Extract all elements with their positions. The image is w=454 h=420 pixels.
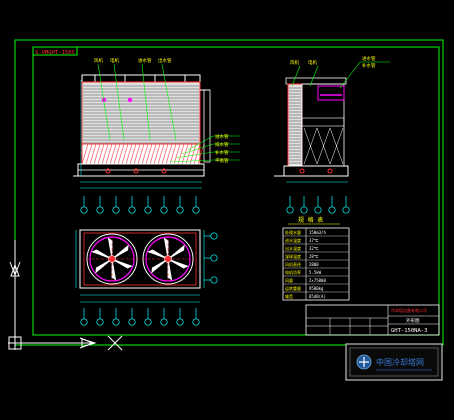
spec-row-label: 运转重量 — [285, 285, 301, 291]
label-inlet: 进水管 — [138, 57, 152, 64]
spec-row-value: 9500kg — [309, 286, 324, 291]
side-label-makeup: 补水管 — [362, 62, 376, 69]
title-block: 冷却塔设备有限公司 外形图 GHT-150NA-3 — [305, 304, 440, 336]
spec-row-label: 湿球温度 — [285, 253, 301, 259]
plan-grid-bubbles — [80, 232, 218, 326]
spec-row-value: 150m3/h — [309, 230, 326, 235]
side-grid-bubbles — [286, 196, 350, 214]
side-elevation — [274, 61, 390, 183]
logo-watermark: 中国冷却塔网 — [345, 343, 443, 381]
label-drain: 排水管 — [215, 141, 229, 148]
drawing-name: 外形图 — [406, 317, 420, 324]
label-makeup: 补水管 — [215, 149, 229, 156]
spec-row-label: 噪音 — [285, 293, 293, 299]
drawing-number: GHT-150NA-3 — [391, 328, 427, 334]
label-outlet: 出水管 — [158, 57, 172, 64]
label-motor: 电机 — [110, 57, 119, 64]
front-grid-bubbles — [80, 196, 200, 214]
spec-row-label: 电机功率 — [285, 269, 301, 275]
spec-table: 规 格 表 处理水量 150m3/h 进水温度 37℃ 出水温度 32℃ 湿球温度 28℃ 风机… — [282, 216, 350, 301]
spec-row-value: 28℃ — [309, 254, 319, 259]
front-elevation — [73, 63, 240, 189]
cad-drawing: S-VMGHT-150S 风机 电机 进水管 出水管 溢水管 排水管 补水管 平… — [8, 39, 444, 381]
logo-text: 中国冷却塔网 — [376, 357, 424, 367]
spec-row-value: 37℃ — [309, 238, 319, 243]
spec-table-title: 规 格 表 — [298, 216, 323, 224]
company-name: 冷却塔设备有限公司 — [391, 307, 427, 313]
spec-row-value: 5.5kW — [309, 270, 322, 275]
label-balance: 平衡管 — [215, 157, 229, 164]
spec-row-label: 出水温度 — [285, 245, 301, 251]
elevation-title: S-VMGHT-150S — [35, 50, 75, 56]
side-label-fan: 风机 — [290, 59, 299, 66]
outer-frame — [14, 39, 444, 346]
spec-row-label: 处理水量 — [285, 229, 301, 235]
spec-row-label: 进水温度 — [285, 237, 301, 243]
spec-row-value: 65dB(A) — [309, 294, 326, 299]
spec-row-label: 风量 — [285, 277, 293, 283]
side-label-inlet: 进水管 — [362, 55, 376, 62]
plan-view — [75, 229, 205, 303]
spec-row-value: 32℃ — [309, 246, 319, 251]
label-fan: 风机 — [94, 57, 103, 64]
spec-row-value: 2800 — [309, 262, 319, 267]
side-label-motor: 电机 — [308, 59, 317, 66]
label-overflow: 溢水管 — [215, 133, 229, 140]
spec-row-label: 风机直径 — [285, 261, 301, 267]
spec-row-value: 2×75000 — [309, 278, 326, 283]
